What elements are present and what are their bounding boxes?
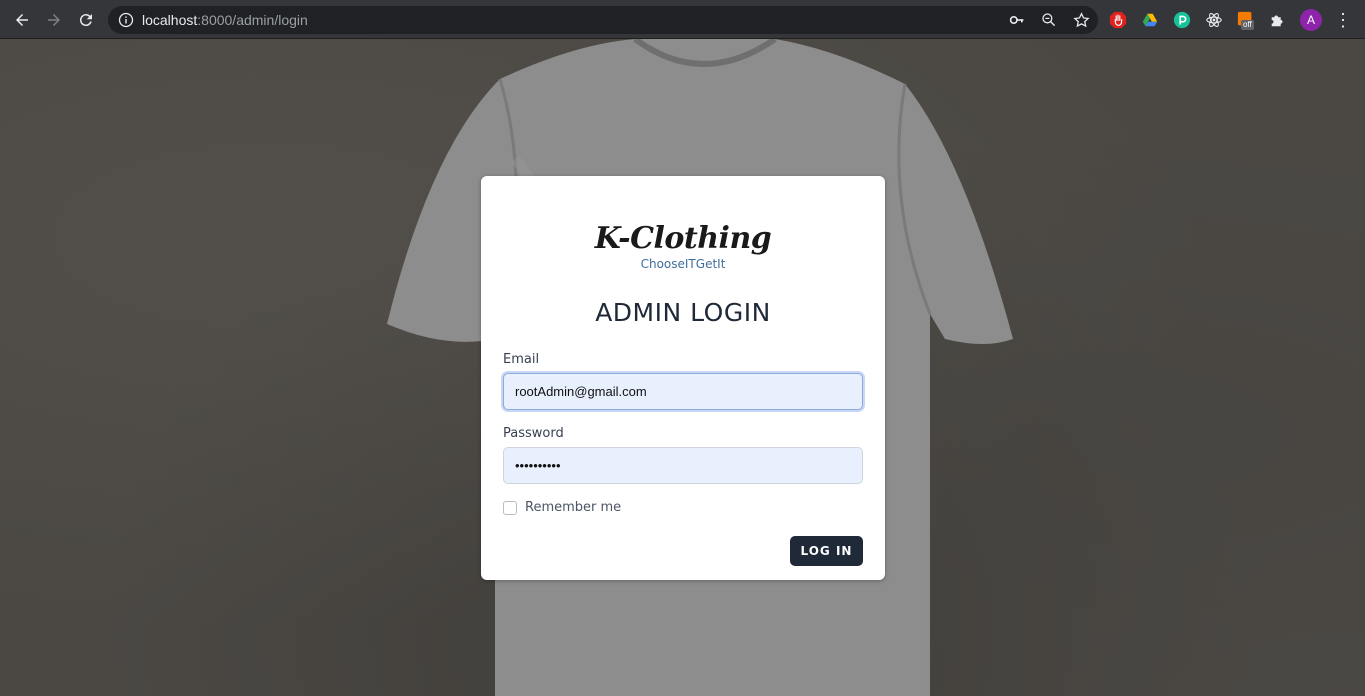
remember-me-label: Remember me <box>525 500 622 515</box>
zoom-icon[interactable] <box>1040 11 1058 29</box>
login-button[interactable]: LOG IN <box>790 536 863 566</box>
email-field[interactable] <box>503 373 863 410</box>
back-icon[interactable] <box>10 8 34 32</box>
browser-toolbar: localhost:8000/admin/login off A ⋮ <box>0 0 1365 39</box>
extensions-puzzle-icon[interactable] <box>1268 10 1288 30</box>
adblock-extension-icon[interactable] <box>1108 10 1128 30</box>
google-drive-extension-icon[interactable] <box>1140 10 1160 30</box>
key-icon[interactable] <box>1008 11 1026 29</box>
page-title: ADMIN LOGIN <box>595 298 771 327</box>
grammar-extension-icon[interactable] <box>1172 10 1192 30</box>
off-extension-icon[interactable]: off <box>1236 10 1256 30</box>
bookmark-star-icon[interactable] <box>1072 11 1090 29</box>
extension-off-badge: off <box>1241 20 1254 30</box>
remember-me-row: Remember me <box>503 500 621 515</box>
kebab-menu-icon[interactable]: ⋮ <box>1334 11 1352 29</box>
url-text: localhost:8000/admin/login <box>142 12 308 28</box>
email-label: Email <box>503 352 540 367</box>
remember-me-checkbox[interactable] <box>503 500 517 515</box>
logo-tagline: ChooseITGetIt <box>640 257 726 271</box>
password-field[interactable] <box>503 447 863 484</box>
page-background: K-Clothing ChooseITGetIt ADMIN LOGIN Ema… <box>0 39 1365 696</box>
profile-avatar[interactable]: A <box>1300 9 1322 31</box>
password-label: Password <box>503 426 564 441</box>
login-card: K-Clothing ChooseITGetIt ADMIN LOGIN Ema… <box>481 176 885 580</box>
forward-icon[interactable] <box>42 8 66 32</box>
address-bar[interactable]: localhost:8000/admin/login <box>108 6 1098 34</box>
brand-logo: K-Clothing ChooseITGetIt <box>481 221 885 272</box>
site-info-icon[interactable] <box>118 12 134 28</box>
react-devtools-icon[interactable] <box>1204 10 1224 30</box>
logo-wordmark: K-Clothing <box>594 221 772 256</box>
reload-icon[interactable] <box>74 8 98 32</box>
